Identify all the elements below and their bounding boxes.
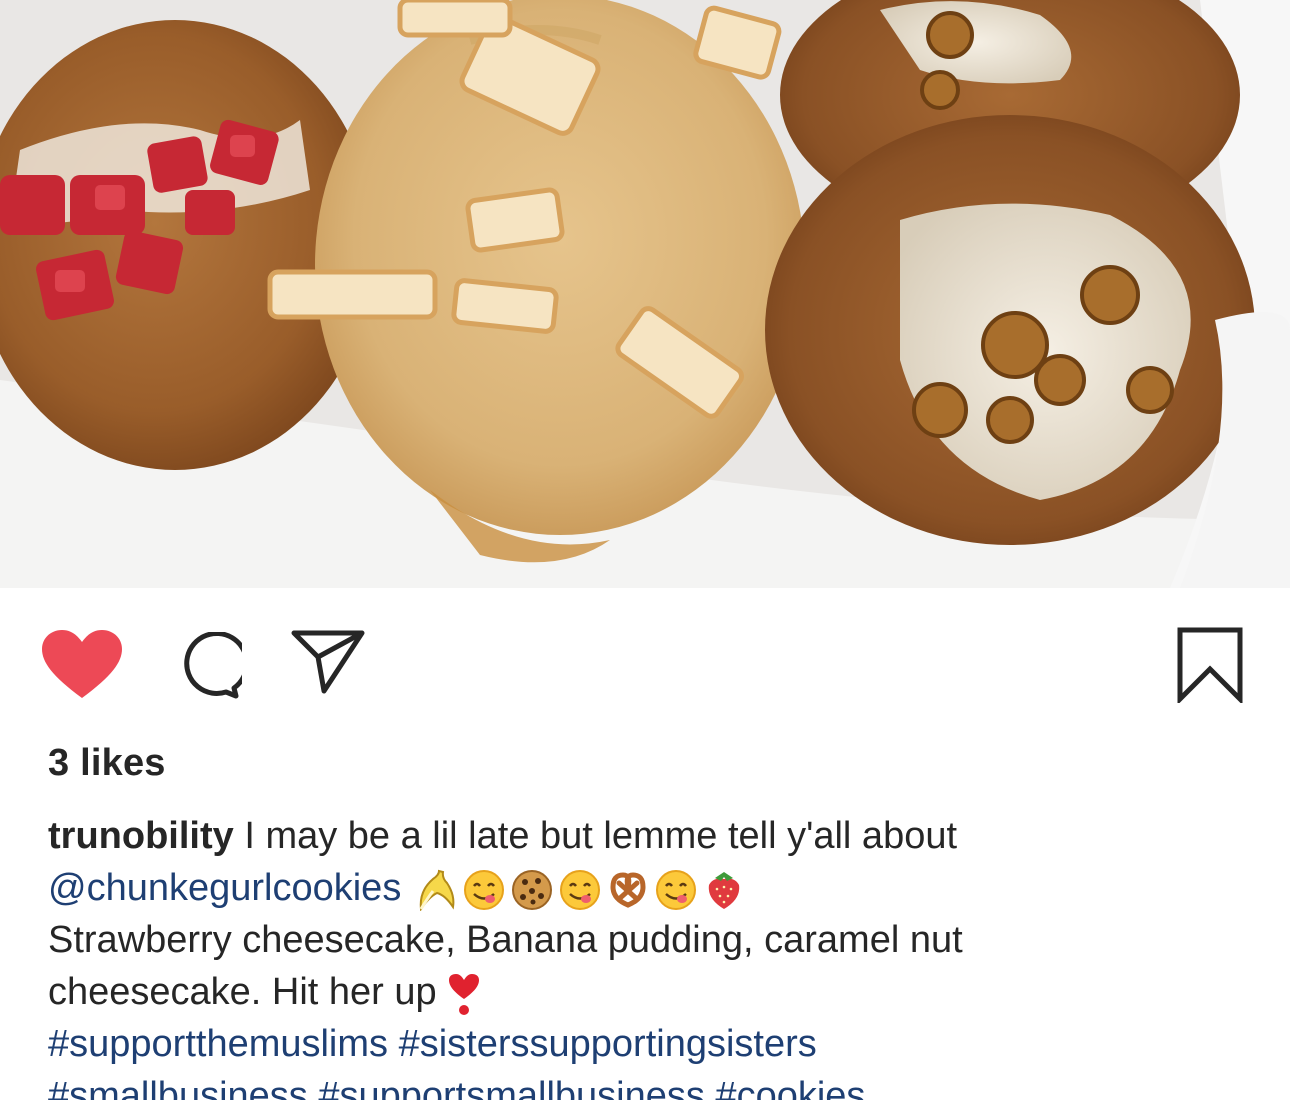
caption-text-4: cheesecake. Hit her up [48,971,437,1013]
cookies-photo [0,0,1290,588]
bookmark-icon[interactable] [1177,627,1243,703]
post-photo[interactable] [0,0,1290,588]
hashtags-line-1[interactable]: #supportthemuslims #sisterssupportingsis… [48,1018,1228,1070]
yum-face-icon [559,869,601,911]
banana-icon [415,869,457,911]
yum-face-icon [463,869,505,911]
hashtags-line-2[interactable]: #smallbusiness #supportsmallbusiness #co… [48,1070,1228,1100]
caption-line-2: @chunkegurlcookies [48,862,1228,914]
cookie-icon [511,869,553,911]
strawberry-icon [703,869,745,911]
comment-icon[interactable] [170,632,242,700]
heart-icon[interactable] [42,630,122,700]
mention-link[interactable]: @chunkegurlcookies [48,867,401,909]
pretzel-icon [607,869,649,911]
caption: trunobility I may be a lil late but lemm… [48,810,1228,1100]
share-icon[interactable] [290,629,366,695]
likes-count[interactable]: 3 likes [48,742,166,785]
yum-face-icon [655,869,697,911]
heart-exclamation-icon [447,973,481,1015]
emoji-row [415,869,745,911]
caption-text-1: I may be a lil late but lemme tell y'all… [233,815,958,857]
caption-line-3: Strawberry cheesecake, Banana pudding, c… [48,919,963,961]
caption-username[interactable]: trunobility [48,815,234,857]
caption-line-1: trunobility I may be a lil late but lemm… [48,810,1228,862]
caption-line-4: cheesecake. Hit her up [48,966,1228,1018]
